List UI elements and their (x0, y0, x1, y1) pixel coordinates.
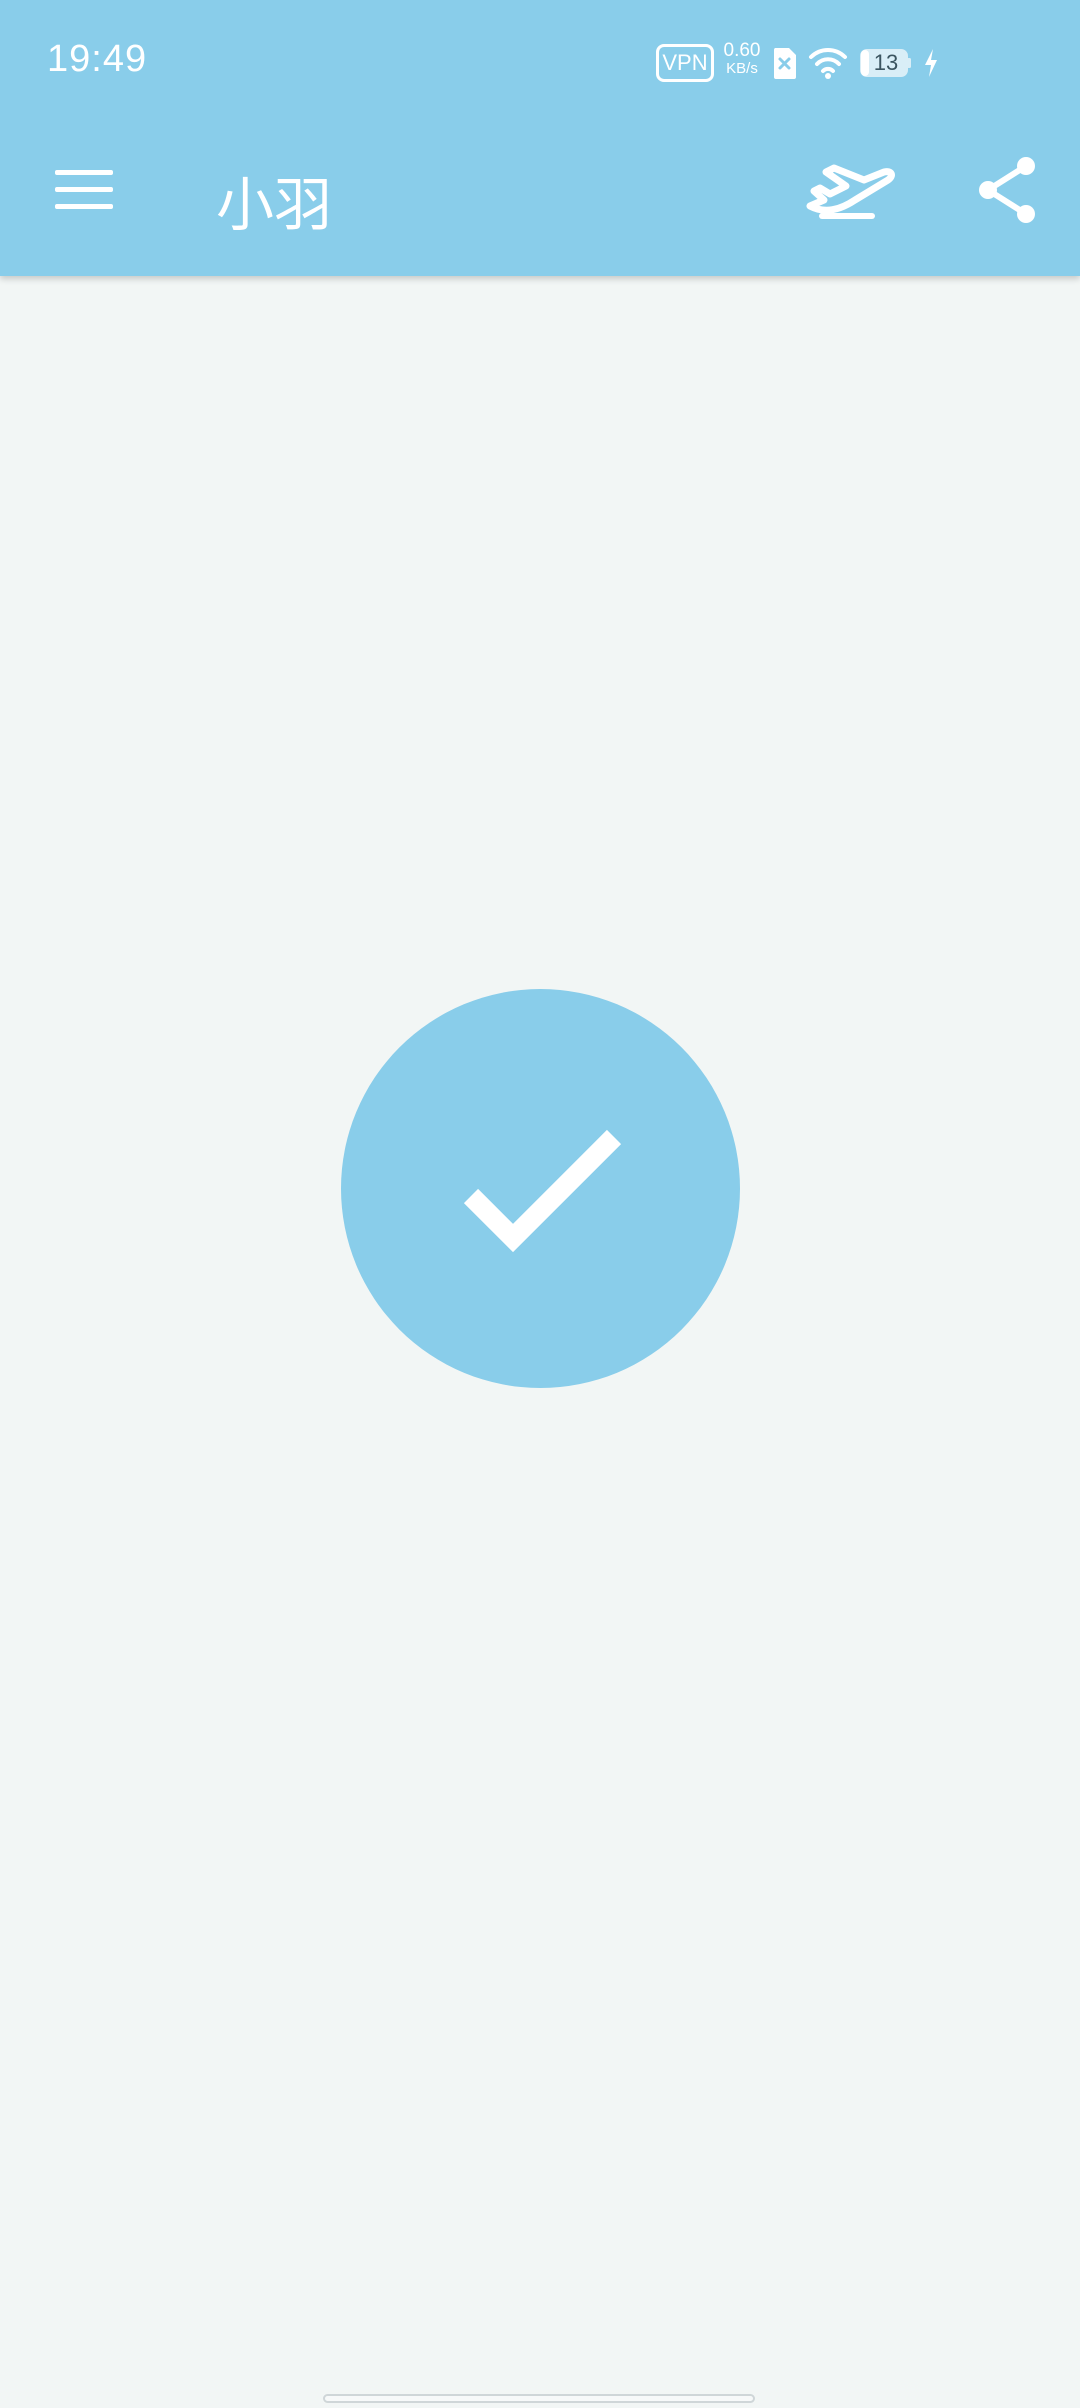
wifi-icon (809, 47, 847, 79)
share-icon (979, 157, 1035, 223)
success-indicator (341, 989, 740, 1388)
network-speed-unit: KB/s (726, 60, 758, 77)
plane-icon (806, 164, 895, 219)
menu-icon (55, 170, 113, 209)
status-bar: 19:49 VPN 0.60 KB/s 13 (0, 0, 1080, 120)
battery-level: 13 (873, 50, 899, 75)
status-time: 19:49 (47, 38, 148, 80)
check-icon (463, 1129, 622, 1253)
charging-icon (925, 49, 937, 77)
app-title: 小羽 (216, 171, 333, 239)
network-speed: 0.60 KB/s (720, 40, 764, 78)
plane-button[interactable] (800, 150, 900, 230)
share-button[interactable] (968, 150, 1048, 230)
menu-button[interactable] (40, 150, 130, 230)
app-header: 19:49 VPN 0.60 KB/s 13 小羽 (0, 0, 1080, 276)
network-speed-value: 0.60 (723, 40, 761, 61)
sim-card-icon (773, 48, 796, 79)
home-indicator[interactable] (323, 2394, 755, 2403)
vpn-badge: VPN (656, 44, 714, 82)
